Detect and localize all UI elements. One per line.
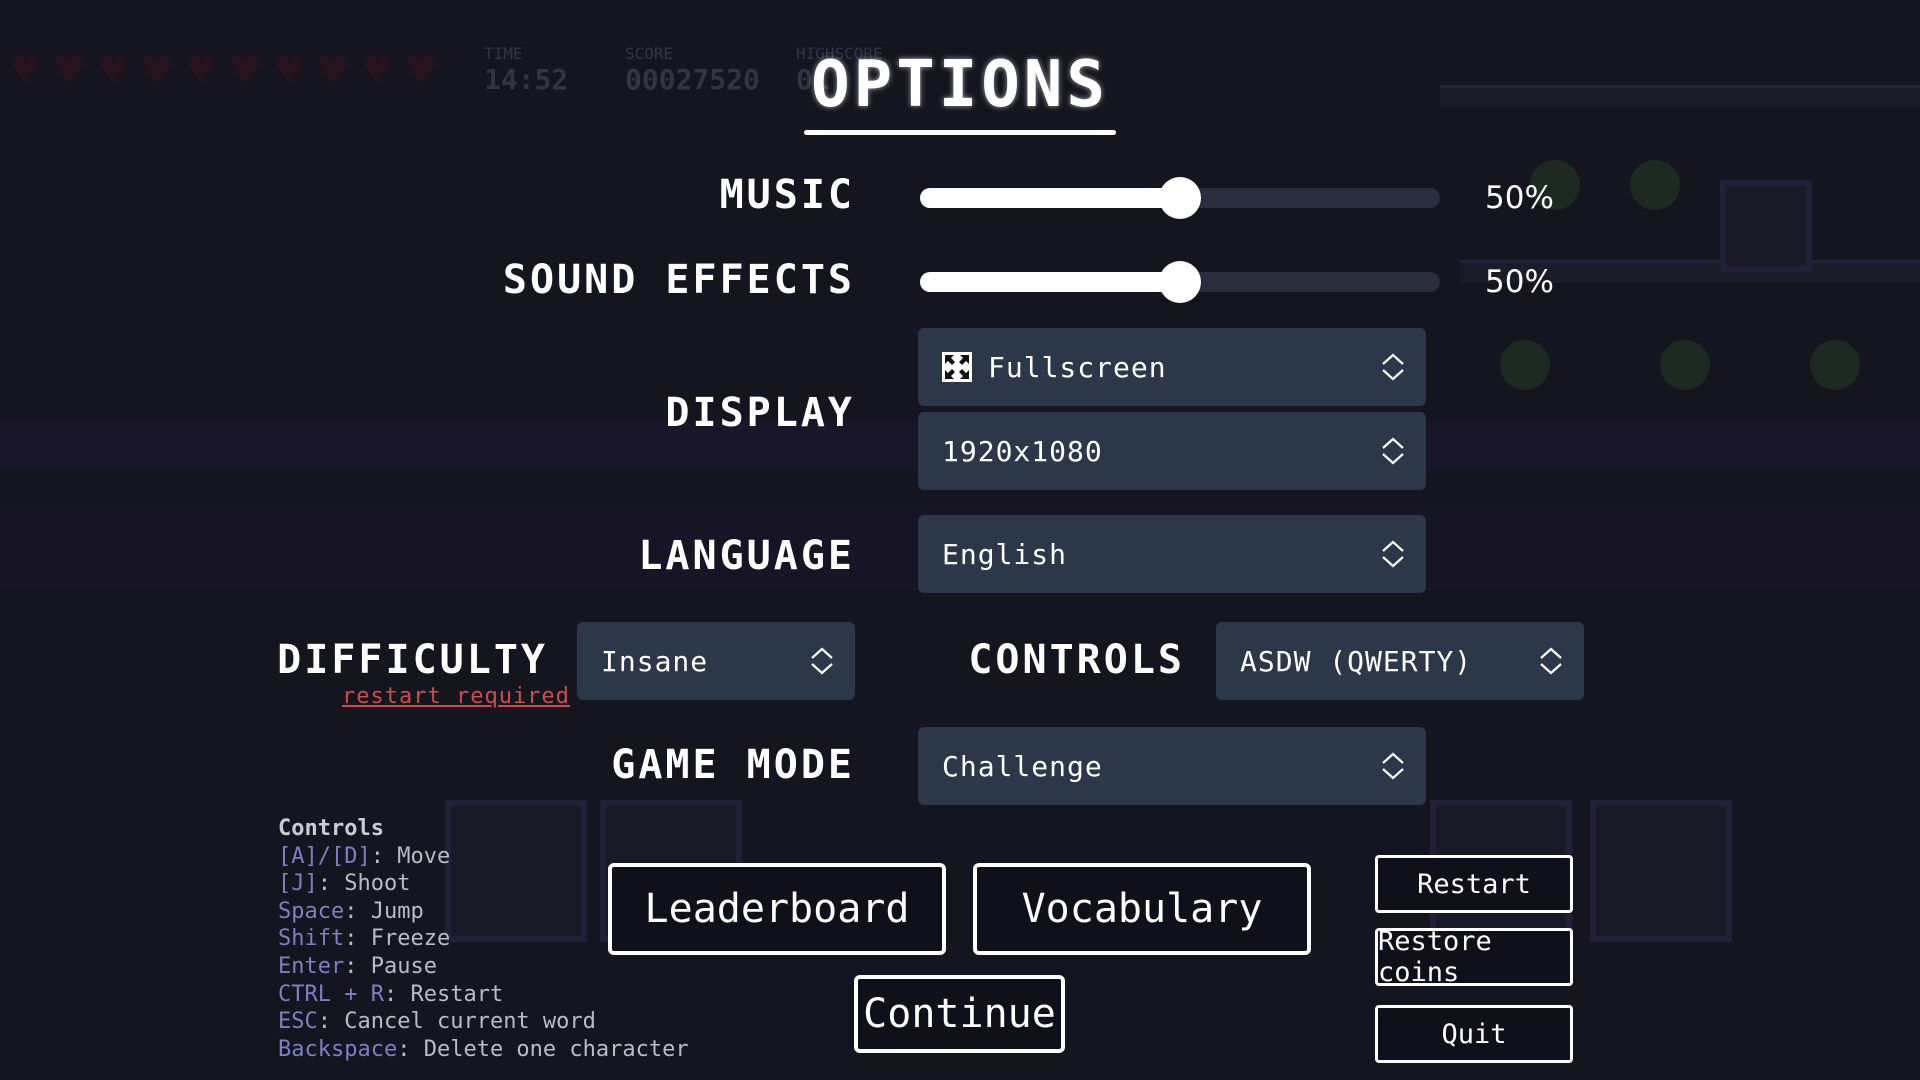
difficulty-value: Insane bbox=[601, 644, 709, 678]
sound-effects-label: SOUND EFFECTS bbox=[502, 257, 855, 303]
controls-help-line: Enter: Pause bbox=[278, 953, 437, 979]
sound-effects-slider[interactable] bbox=[920, 261, 1440, 303]
controls-help-action: Delete one character bbox=[423, 1036, 689, 1062]
music-slider-thumb[interactable] bbox=[1159, 177, 1201, 219]
sound-effects-slider-fill bbox=[920, 272, 1180, 292]
continue-button[interactable]: Continue bbox=[854, 975, 1065, 1053]
language-label: LANGUAGE bbox=[638, 533, 855, 579]
chevron-up-down-icon bbox=[1382, 540, 1404, 568]
game-mode-select[interactable]: Challenge bbox=[918, 727, 1426, 805]
controls-help-action: Restart bbox=[410, 981, 504, 1007]
controls-help-key: Shift bbox=[278, 926, 345, 952]
music-slider[interactable] bbox=[920, 177, 1440, 219]
hearts-bar: ♥ ♥ ♥ ♥ ♥ ♥ ♥ ♥ ♥ ♥ bbox=[8, 48, 444, 92]
hud-score: SCORE 00027520 bbox=[625, 44, 760, 96]
heart-icon: ♥ bbox=[140, 48, 175, 92]
page-title: OPTIONS bbox=[811, 48, 1109, 122]
controls-help-key: [A]/[D] bbox=[278, 843, 371, 869]
controls-help-action: Pause bbox=[370, 953, 437, 979]
chevron-up-down-icon bbox=[1540, 647, 1562, 675]
music-percent: 50% bbox=[1485, 180, 1554, 216]
quit-button[interactable]: Quit bbox=[1375, 1005, 1573, 1063]
sound-effects-percent: 50% bbox=[1485, 264, 1554, 300]
controls-help-line: Backspace: Delete one character bbox=[278, 1036, 689, 1062]
heart-icon: ♥ bbox=[184, 48, 219, 92]
music-slider-fill bbox=[920, 188, 1180, 208]
controls-help-line: ESC: Cancel current word bbox=[278, 1009, 596, 1035]
restart-required-note: restart required bbox=[342, 684, 570, 709]
controls-help-action: Move bbox=[397, 843, 451, 869]
controls-help-key: CTRL + R bbox=[278, 981, 384, 1007]
controls-help-key: [J] bbox=[278, 871, 318, 897]
controls-help-heading: Controls bbox=[278, 816, 384, 841]
game-mode-label: GAME MODE bbox=[611, 742, 855, 788]
hud-time: TIME 14:52 bbox=[484, 44, 569, 96]
display-label: DISPLAY bbox=[665, 390, 855, 436]
music-label: MUSIC bbox=[719, 172, 855, 218]
sound-effects-slider-thumb[interactable] bbox=[1159, 261, 1201, 303]
restart-button[interactable]: Restart bbox=[1375, 855, 1573, 913]
controls-help-key: Enter bbox=[278, 953, 345, 979]
controls-label: CONTROLS bbox=[968, 637, 1185, 683]
restore-coins-button[interactable]: Restore coins bbox=[1375, 926, 1573, 988]
controls-help-action: Cancel current word bbox=[344, 1009, 596, 1035]
difficulty-label: DIFFICULTY bbox=[277, 637, 548, 683]
controls-help-action: Shoot bbox=[344, 871, 411, 897]
heart-icon: ♥ bbox=[360, 48, 395, 92]
controls-help-key: Space bbox=[278, 898, 345, 924]
chevron-up-down-icon bbox=[1382, 752, 1404, 780]
chevron-up-down-icon bbox=[1382, 353, 1404, 381]
heart-icon: ♥ bbox=[52, 48, 87, 92]
chevron-up-down-icon bbox=[1382, 437, 1404, 465]
controls-help-action: Jump bbox=[370, 898, 424, 924]
resolution-select[interactable]: 1920x1080 bbox=[918, 412, 1426, 490]
display-mode-value: Fullscreen bbox=[988, 350, 1167, 384]
controls-select[interactable]: ASDW (QWERTY) bbox=[1216, 622, 1584, 700]
resolution-value: 1920x1080 bbox=[942, 434, 1103, 468]
language-select[interactable]: English bbox=[918, 515, 1426, 593]
language-value: English bbox=[942, 537, 1068, 571]
chevron-up-down-icon bbox=[811, 647, 833, 675]
heart-icon: ♥ bbox=[228, 48, 263, 92]
title-underline bbox=[804, 130, 1116, 135]
controls-help-action: Freeze bbox=[370, 926, 451, 952]
fullscreen-icon bbox=[942, 352, 972, 382]
game-mode-value: Challenge bbox=[942, 749, 1103, 783]
leaderboard-button[interactable]: Leaderboard bbox=[608, 863, 946, 955]
controls-help-key: Backspace bbox=[278, 1036, 398, 1062]
heart-icon: ♥ bbox=[272, 48, 307, 92]
heart-icon: ♥ bbox=[316, 48, 351, 92]
controls-help-key: ESC bbox=[278, 1009, 318, 1035]
heart-icon: ♥ bbox=[404, 48, 439, 92]
controls-value: ASDW (QWERTY) bbox=[1240, 644, 1473, 678]
controls-help-line: CTRL + R: Restart bbox=[278, 981, 504, 1007]
difficulty-select[interactable]: Insane bbox=[577, 622, 855, 700]
heart-icon: ♥ bbox=[8, 48, 43, 92]
display-mode-select[interactable]: Fullscreen bbox=[918, 328, 1426, 406]
vocabulary-button[interactable]: Vocabulary bbox=[973, 863, 1311, 955]
heart-icon: ♥ bbox=[96, 48, 131, 92]
